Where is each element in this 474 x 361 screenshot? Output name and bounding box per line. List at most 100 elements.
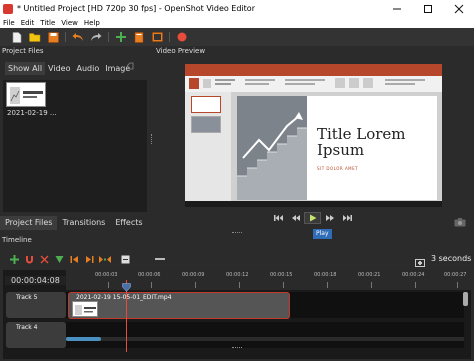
undo-icon	[72, 33, 83, 41]
add-track-icon	[10, 254, 19, 264]
menu-file[interactable]: File	[0, 19, 18, 27]
fast-forward-button[interactable]	[321, 212, 338, 224]
openshot-logo-icon	[3, 3, 13, 14]
tab-video[interactable]: Video	[45, 62, 73, 75]
zoom-level-label: 3 seconds	[431, 254, 472, 263]
video-preview-dock-title: Video Preview	[156, 47, 206, 55]
preview-slide-sorter	[185, 92, 231, 201]
slide-title-line: Title Lorem	[317, 125, 406, 143]
fast-forward-icon	[325, 215, 334, 221]
center-playhead-button[interactable]	[97, 253, 112, 265]
play-button[interactable]	[304, 212, 321, 224]
minimize-icon	[392, 8, 401, 9]
ruler-label: 00:00:12	[226, 272, 249, 278]
window-title: * Untitled Project [HD 720p 30 fps] - Op…	[17, 4, 255, 13]
add-marker-button[interactable]	[52, 253, 67, 265]
rewind-icon	[291, 215, 300, 221]
ruler-label: 00:00:15	[270, 272, 293, 278]
razor-button[interactable]	[37, 253, 52, 265]
playhead-handle[interactable]	[122, 277, 131, 292]
timeline-clip[interactable]: 2021-02-19 15-05-01_EDIT.mp4	[68, 292, 290, 319]
timeline-vertical-scrollbar[interactable]	[463, 292, 468, 306]
title-bar: * Untitled Project [HD 720p 30 fps] - Op…	[0, 0, 474, 17]
export-video-button[interactable]	[173, 30, 191, 44]
zoom-out-icon	[121, 255, 130, 263]
preview-slide-area: Title Lorem Ipsum SIT DOLOR AMET	[231, 92, 442, 201]
ruler-label: 00:00:21	[358, 272, 381, 278]
tab-show-all[interactable]: Show All	[5, 62, 46, 75]
fullscreen-button[interactable]	[148, 30, 166, 44]
panel-splitter[interactable]	[232, 347, 242, 349]
timeline-toolbar	[0, 251, 474, 267]
tab-effects[interactable]: Effects	[110, 216, 147, 230]
slide-stairs-image	[237, 96, 307, 200]
track-header[interactable]: Track 4	[6, 322, 66, 348]
timeline-horizontal-scrollbar[interactable]	[66, 337, 101, 341]
previous-marker-button[interactable]	[67, 253, 82, 265]
menu-view[interactable]: View	[58, 19, 81, 27]
playhead-icon	[122, 283, 131, 292]
preview-ribbon-buttons	[189, 78, 425, 89]
fullscreen-icon	[151, 32, 163, 42]
jump-start-button[interactable]	[270, 212, 287, 224]
preview-slide-thumb	[191, 116, 221, 133]
ruler-label: 00:00:03	[95, 272, 118, 278]
tab-transitions[interactable]: Transitions	[57, 216, 110, 230]
menu-help[interactable]: Help	[81, 19, 103, 27]
next-marker-button[interactable]	[82, 253, 97, 265]
preview-slide-thumb	[191, 96, 221, 113]
track-name: Track 5	[16, 294, 38, 301]
panel-splitter[interactable]	[151, 134, 153, 144]
profile-button[interactable]	[130, 30, 148, 44]
player-controls	[270, 212, 355, 224]
open-project-icon	[29, 33, 41, 42]
add-track-button[interactable]	[7, 253, 22, 265]
menu-bar: File Edit Title View Help	[0, 17, 474, 28]
redo-button[interactable]	[87, 30, 105, 44]
save-project-button[interactable]	[44, 30, 62, 44]
minimize-button[interactable]	[381, 0, 412, 17]
project-files-dock-title: Project Files	[2, 47, 44, 55]
undo-button[interactable]	[69, 30, 87, 44]
center-playhead-icon	[98, 255, 111, 263]
snap-button[interactable]	[22, 253, 37, 265]
jump-end-button[interactable]	[338, 212, 355, 224]
project-files-list[interactable]: 2021-02-19 ...	[3, 80, 147, 212]
panel-splitter[interactable]	[232, 232, 242, 234]
clip-thumbnail	[72, 301, 98, 317]
snap-icon	[26, 255, 33, 263]
previous-marker-icon	[70, 255, 78, 263]
file-name: 2021-02-19 ...	[7, 109, 57, 117]
track-name: Track 4	[16, 324, 38, 331]
main-toolbar	[0, 28, 474, 46]
preview-ribbon	[185, 64, 442, 92]
close-button[interactable]	[443, 0, 474, 17]
open-project-button[interactable]	[26, 30, 44, 44]
rewind-button[interactable]	[287, 212, 304, 224]
zoom-in-icon	[415, 259, 425, 267]
project-files-filter-tabs: Show All Video Audio Image	[5, 62, 133, 75]
menu-edit[interactable]: Edit	[18, 19, 38, 27]
zoom-in-button[interactable]	[414, 253, 426, 267]
dock-tabs: Project Files Transitions Effects	[0, 216, 148, 230]
snapshot-button[interactable]	[454, 212, 466, 227]
menu-title[interactable]: Title	[37, 19, 58, 27]
ruler-tick	[327, 282, 328, 288]
maximize-icon	[423, 4, 432, 13]
new-project-button[interactable]	[8, 30, 26, 44]
openshot-window: * Untitled Project [HD 720p 30 fps] - Op…	[0, 0, 474, 361]
zoom-out-button[interactable]	[118, 253, 133, 265]
tab-audio[interactable]: Audio	[73, 62, 102, 75]
export-video-icon	[177, 32, 187, 42]
clip-title: 2021-02-19 15-05-01_EDIT.mp4	[76, 294, 172, 301]
track-header[interactable]: Track 5	[6, 292, 66, 318]
preview-titlebar	[185, 64, 442, 71]
zoom-slider[interactable]	[155, 258, 165, 260]
maximize-button[interactable]	[412, 0, 443, 17]
import-files-button[interactable]	[112, 30, 130, 44]
ruler-label: 00:00:18	[314, 272, 337, 278]
tab-project-files[interactable]: Project Files	[0, 216, 58, 230]
filter-clear-icon[interactable]	[126, 62, 146, 74]
play-icon	[309, 214, 316, 222]
ruler-tick	[371, 282, 372, 288]
